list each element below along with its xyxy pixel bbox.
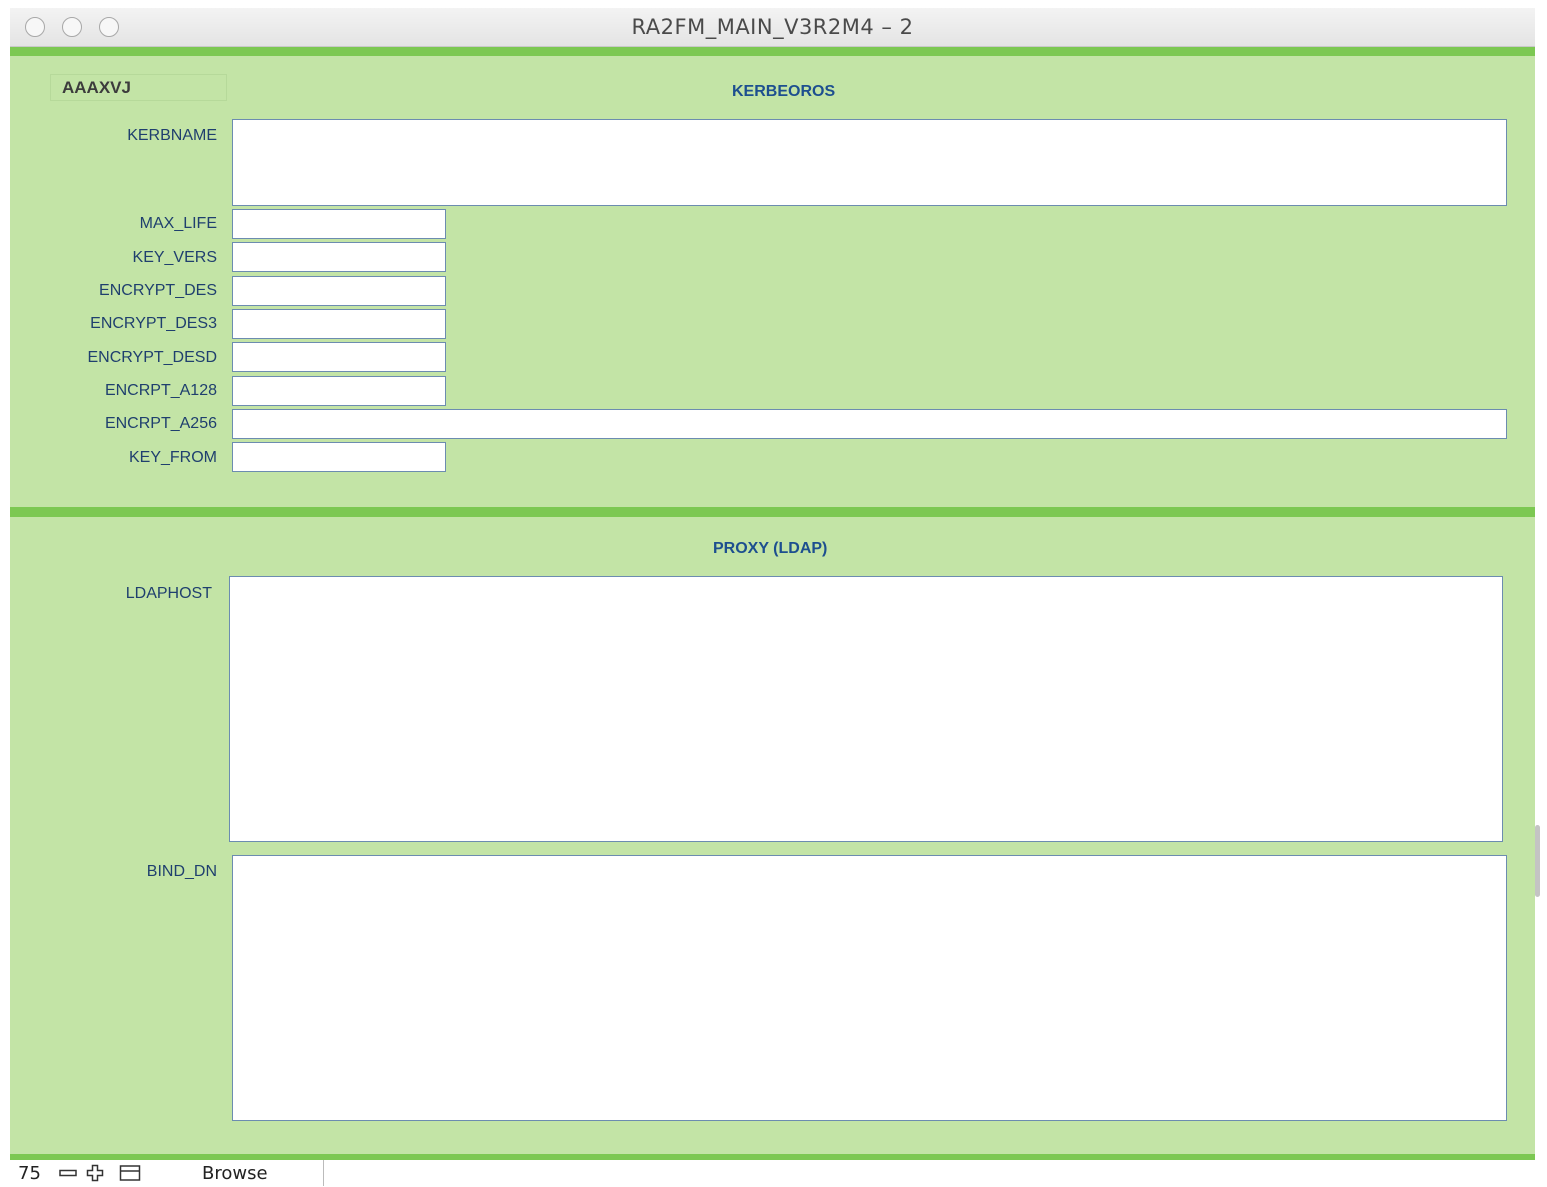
max-life-field[interactable] [232,209,446,239]
status-separator [323,1160,324,1186]
encrypt-des-field[interactable] [232,276,446,306]
key-from-field[interactable] [232,442,446,472]
toggle-status-area-icon[interactable] [119,1164,141,1182]
zoom-in-icon[interactable] [85,1164,105,1182]
encrypt-des3-label: ENCRYPT_DES3 [90,315,217,332]
vertical-scrollbar[interactable] [1535,825,1540,897]
header-divider [10,47,1535,56]
max-life-label: MAX_LIFE [139,215,217,232]
status-bar: 75 Browse [10,1160,1535,1186]
section-divider [10,507,1535,517]
app-window: RA2FM_MAIN_V3R2M4 – 2 AAAXVJ KERBEOROS K… [10,8,1535,1186]
kerbname-field[interactable] [232,119,1507,206]
encrypt-des3-field[interactable] [232,309,446,339]
ldaphost-label: LDAPHOST [125,585,212,602]
encrypt-desd-field[interactable] [232,342,446,372]
encrypt-desd-label: ENCRYPT_DESD [87,349,217,366]
zoom-level: 75 [18,1163,41,1184]
zoom-out-icon[interactable] [58,1164,78,1182]
encrpt-a256-label: ENCRPT_A256 [104,415,217,432]
window-title: RA2FM_MAIN_V3R2M4 – 2 [631,15,914,39]
bind-dn-label: BIND_DN [146,863,217,880]
kerberos-section-title: KERBEOROS [732,83,836,100]
mode-indicator[interactable]: Browse [202,1163,268,1184]
encrpt-a256-field[interactable] [232,409,1507,439]
encrpt-a128-field[interactable] [232,376,446,406]
proxy-section-title: PROXY (LDAP) [713,540,828,557]
title-bar[interactable]: RA2FM_MAIN_V3R2M4 – 2 [10,8,1535,47]
encrypt-des-label: ENCRYPT_DES [99,282,217,299]
key-from-label: KEY_FROM [128,449,217,466]
key-vers-label: KEY_VERS [132,249,217,266]
ldaphost-field[interactable] [229,576,1503,842]
encrpt-a128-label: ENCRPT_A128 [104,382,217,399]
record-id-field[interactable]: AAAXVJ [50,74,227,101]
bind-dn-field[interactable] [232,855,1507,1121]
key-vers-field[interactable] [232,242,446,272]
kerbname-label: KERBNAME [127,127,217,144]
